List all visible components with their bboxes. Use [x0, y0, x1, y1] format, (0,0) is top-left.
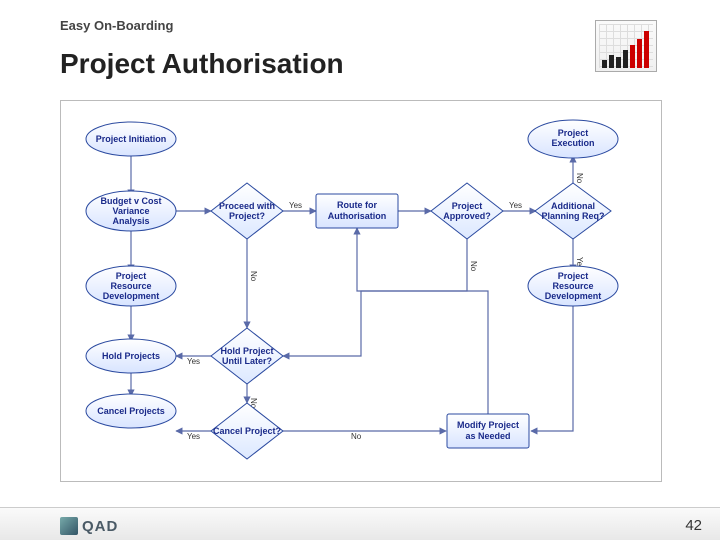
- svg-text:Hold Project: Hold Project: [220, 346, 273, 356]
- svg-text:Resource: Resource: [552, 281, 593, 291]
- svg-text:No: No: [249, 271, 258, 282]
- node-resource-dev-left: Project Resource Development: [86, 266, 176, 306]
- svg-text:Until Later?: Until Later?: [222, 356, 272, 366]
- svg-text:No: No: [469, 261, 478, 272]
- logo-cube-icon: [60, 517, 78, 535]
- svg-text:Cancel Project?: Cancel Project?: [213, 426, 281, 436]
- svg-text:Project Initiation: Project Initiation: [96, 134, 167, 144]
- node-hold-projects: Hold Projects: [86, 339, 176, 373]
- node-modify-project: Modify Project as Needed: [447, 414, 529, 448]
- slide: Easy On-Boarding Project Authorisation: [0, 0, 720, 540]
- node-cancel-projects: Cancel Projects: [86, 394, 176, 428]
- svg-text:Yes: Yes: [187, 432, 200, 441]
- svg-text:No: No: [351, 432, 362, 441]
- svg-text:Resource: Resource: [110, 281, 151, 291]
- svg-text:Project: Project: [558, 271, 589, 281]
- svg-text:Variance: Variance: [112, 206, 149, 216]
- node-project-execution: Project Execution: [528, 120, 618, 158]
- page-number: 42: [685, 517, 702, 534]
- qad-logo: QAD: [60, 517, 118, 535]
- svg-text:as Needed: as Needed: [465, 431, 510, 441]
- svg-text:Development: Development: [103, 291, 160, 301]
- growth-chart-icon: [595, 20, 657, 72]
- svg-text:Project?: Project?: [229, 211, 265, 221]
- svg-text:Modify Project: Modify Project: [457, 420, 519, 430]
- svg-text:Planning Req?: Planning Req?: [542, 211, 605, 221]
- svg-text:Proceed with: Proceed with: [219, 201, 275, 211]
- svg-text:Additional: Additional: [551, 201, 595, 211]
- node-hold-decision: Hold Project Until Later?: [211, 328, 283, 384]
- svg-text:Development: Development: [545, 291, 602, 301]
- header-subtitle: Easy On-Boarding: [60, 18, 173, 33]
- svg-text:Project: Project: [558, 128, 589, 138]
- node-addplan-decision: Additional Planning Req?: [535, 183, 611, 239]
- node-cancel-decision: Cancel Project?: [211, 403, 283, 459]
- svg-text:Execution: Execution: [551, 138, 594, 148]
- node-route-auth: Route for Authorisation: [316, 194, 398, 228]
- svg-text:Authorisation: Authorisation: [328, 211, 387, 221]
- svg-text:Approved?: Approved?: [443, 211, 491, 221]
- svg-text:Project: Project: [452, 201, 483, 211]
- svg-text:No: No: [575, 173, 584, 184]
- svg-text:Hold Projects: Hold Projects: [102, 351, 160, 361]
- header-title: Project Authorisation: [60, 48, 344, 80]
- svg-text:Yes: Yes: [187, 357, 200, 366]
- node-project-initiation: Project Initiation: [86, 122, 176, 156]
- node-approved-decision: Project Approved?: [431, 183, 503, 239]
- node-resource-dev-right: Project Resource Development: [528, 266, 618, 306]
- svg-text:Cancel Projects: Cancel Projects: [97, 406, 165, 416]
- svg-text:Analysis: Analysis: [112, 216, 149, 226]
- svg-text:Yes: Yes: [289, 201, 302, 210]
- node-proceed-decision: Proceed with Project?: [211, 183, 283, 239]
- svg-text:Route for: Route for: [337, 200, 377, 210]
- flowchart: Yes Yes No Yes No No Yes No Yes No Proje…: [60, 100, 662, 482]
- svg-text:Project: Project: [116, 271, 147, 281]
- node-budget-variance: Budget v Cost Variance Analysis: [86, 191, 176, 231]
- logo-text: QAD: [82, 518, 118, 535]
- svg-text:Budget v Cost: Budget v Cost: [100, 196, 161, 206]
- svg-text:Yes: Yes: [509, 201, 522, 210]
